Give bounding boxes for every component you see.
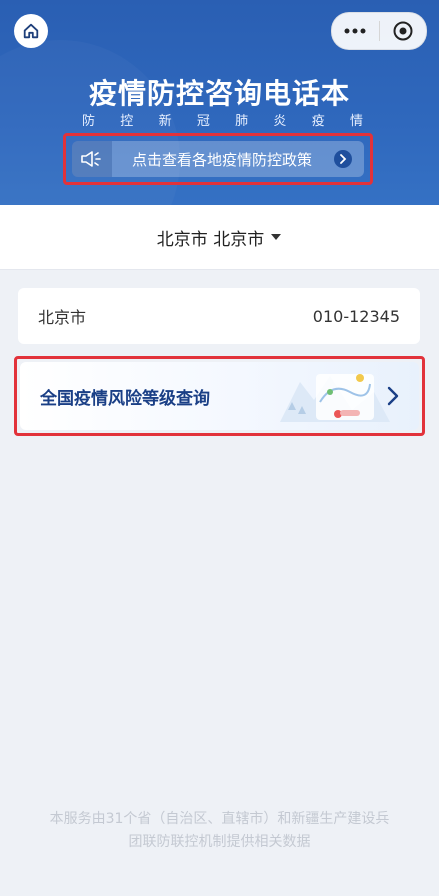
- close-capsule-button[interactable]: [380, 13, 427, 49]
- policy-notice-text: 点击查看各地疫情防控政策: [132, 150, 313, 169]
- phone-city: 北京市: [38, 308, 87, 327]
- risk-level-query-label: 全国疫情风险等级查询: [40, 388, 210, 409]
- subtitle-char: 控: [120, 114, 134, 129]
- policy-notice-button[interactable]: 点击查看各地疫情防控政策: [72, 141, 364, 177]
- subtitle: 防 控 新 冠 肺 炎 疫 情: [82, 110, 363, 129]
- risk-level-query-card[interactable]: 全国疫情风险等级查询: [20, 362, 419, 430]
- chevron-right-icon: [387, 386, 399, 406]
- subtitle-char: 防: [82, 114, 96, 129]
- map-illustration-icon: [280, 374, 390, 422]
- subtitle-char: 肺: [235, 114, 249, 129]
- caret-down-icon: [271, 234, 282, 240]
- footer-line-2: 团联防联控机制提供相关数据: [128, 834, 311, 850]
- home-icon: [23, 23, 39, 39]
- more-icon: [344, 28, 366, 34]
- mini-program-capsule: [331, 12, 427, 50]
- page-title: 疫情防控咨询电话本: [88, 77, 350, 110]
- footer-line-1: 本服务由31个省（自治区、直辖市）和新疆生产建设兵: [49, 811, 390, 827]
- phone-number[interactable]: 010-12345: [313, 307, 400, 326]
- region-selector[interactable]: 北京市 北京市: [0, 205, 439, 270]
- speaker-icon: [81, 151, 101, 167]
- subtitle-char: 冠: [196, 114, 210, 129]
- home-button[interactable]: [14, 14, 48, 48]
- subtitle-char: 炎: [273, 114, 287, 129]
- notice-arrow: [334, 150, 352, 168]
- subtitle-char: 新: [158, 114, 172, 129]
- subtitle-char: 疫: [311, 114, 325, 129]
- data-source-footer: 本服务由31个省（自治区、直辖市）和新疆生产建设兵 团联防联控机制提供相关数据: [0, 808, 439, 854]
- subtitle-char: 情: [349, 114, 363, 129]
- chevron-right-icon: [340, 154, 347, 164]
- speaker-box: [72, 141, 112, 177]
- close-capsule-icon: [393, 21, 413, 41]
- header: 疫情防控咨询电话本 防 控 新 冠 肺 炎 疫 情 点击查看各地疫情防控政策: [0, 0, 439, 205]
- region-selected: 北京市 北京市: [156, 229, 265, 250]
- more-button[interactable]: [332, 13, 379, 49]
- phone-card[interactable]: 北京市 010-12345: [18, 288, 420, 344]
